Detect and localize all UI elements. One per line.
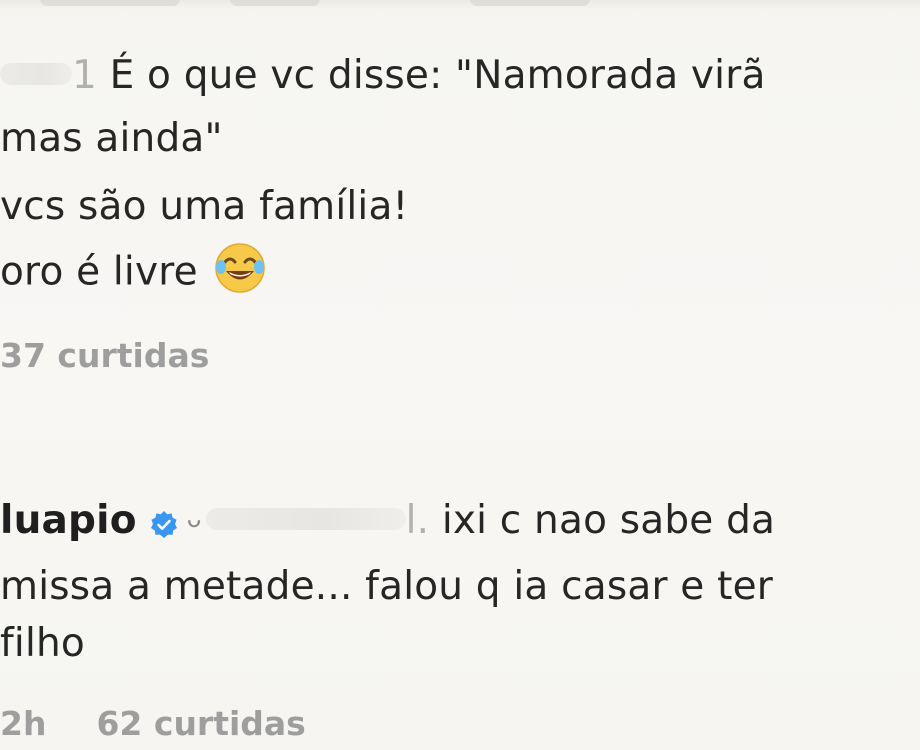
comment-2-line-1: luapio ᴗ l. ixi c nao sabe da <box>0 497 775 549</box>
comment-1-line-2: mas ainda" <box>0 116 223 161</box>
comment-1-line-4-text: oro é livre <box>0 249 198 295</box>
redacted-mention <box>205 507 406 530</box>
tears-of-joy-emoji <box>212 240 268 296</box>
instagram-comments-screen: 1 É o que vc disse: "Namorada virã mas a… <box>0 0 920 750</box>
redacted-username-tail: 1 <box>72 53 98 98</box>
comment-1-line-1: 1 É o que vc disse: "Namorada virã <box>0 52 766 100</box>
comment-2-line-2: missa a metade... falou q ia casar e ter <box>0 564 773 609</box>
redacted-mention-tail: l. <box>405 498 430 543</box>
cropped-text-fragment <box>230 0 320 6</box>
comment-2-likes[interactable]: 62 curtidas <box>96 704 305 743</box>
comment-1-line-4: oro é livre <box>0 243 268 302</box>
comment-2-text: ixi c nao sabe da <box>429 498 776 543</box>
verified-badge-icon <box>149 504 179 538</box>
comment-2-line-3: filho <box>0 621 85 666</box>
cropped-previous-content <box>0 0 920 10</box>
redacted-username <box>0 62 72 85</box>
comment-1-likes[interactable]: 37 curtidas <box>0 336 209 376</box>
comment-2-time: 2h <box>0 704 47 743</box>
cropped-text-fragment <box>40 0 180 6</box>
comment-2-meta: 2h 62 curtidas <box>0 704 306 744</box>
comment-1-line-3: vcs são uma família! <box>0 184 409 229</box>
comment-1-text: É o que vc disse: "Namorada virã <box>97 53 766 98</box>
comment-2-username[interactable]: luapio <box>0 498 137 543</box>
grinning-emoji: ᴗ <box>186 505 202 533</box>
cropped-text-fragment <box>470 0 590 6</box>
